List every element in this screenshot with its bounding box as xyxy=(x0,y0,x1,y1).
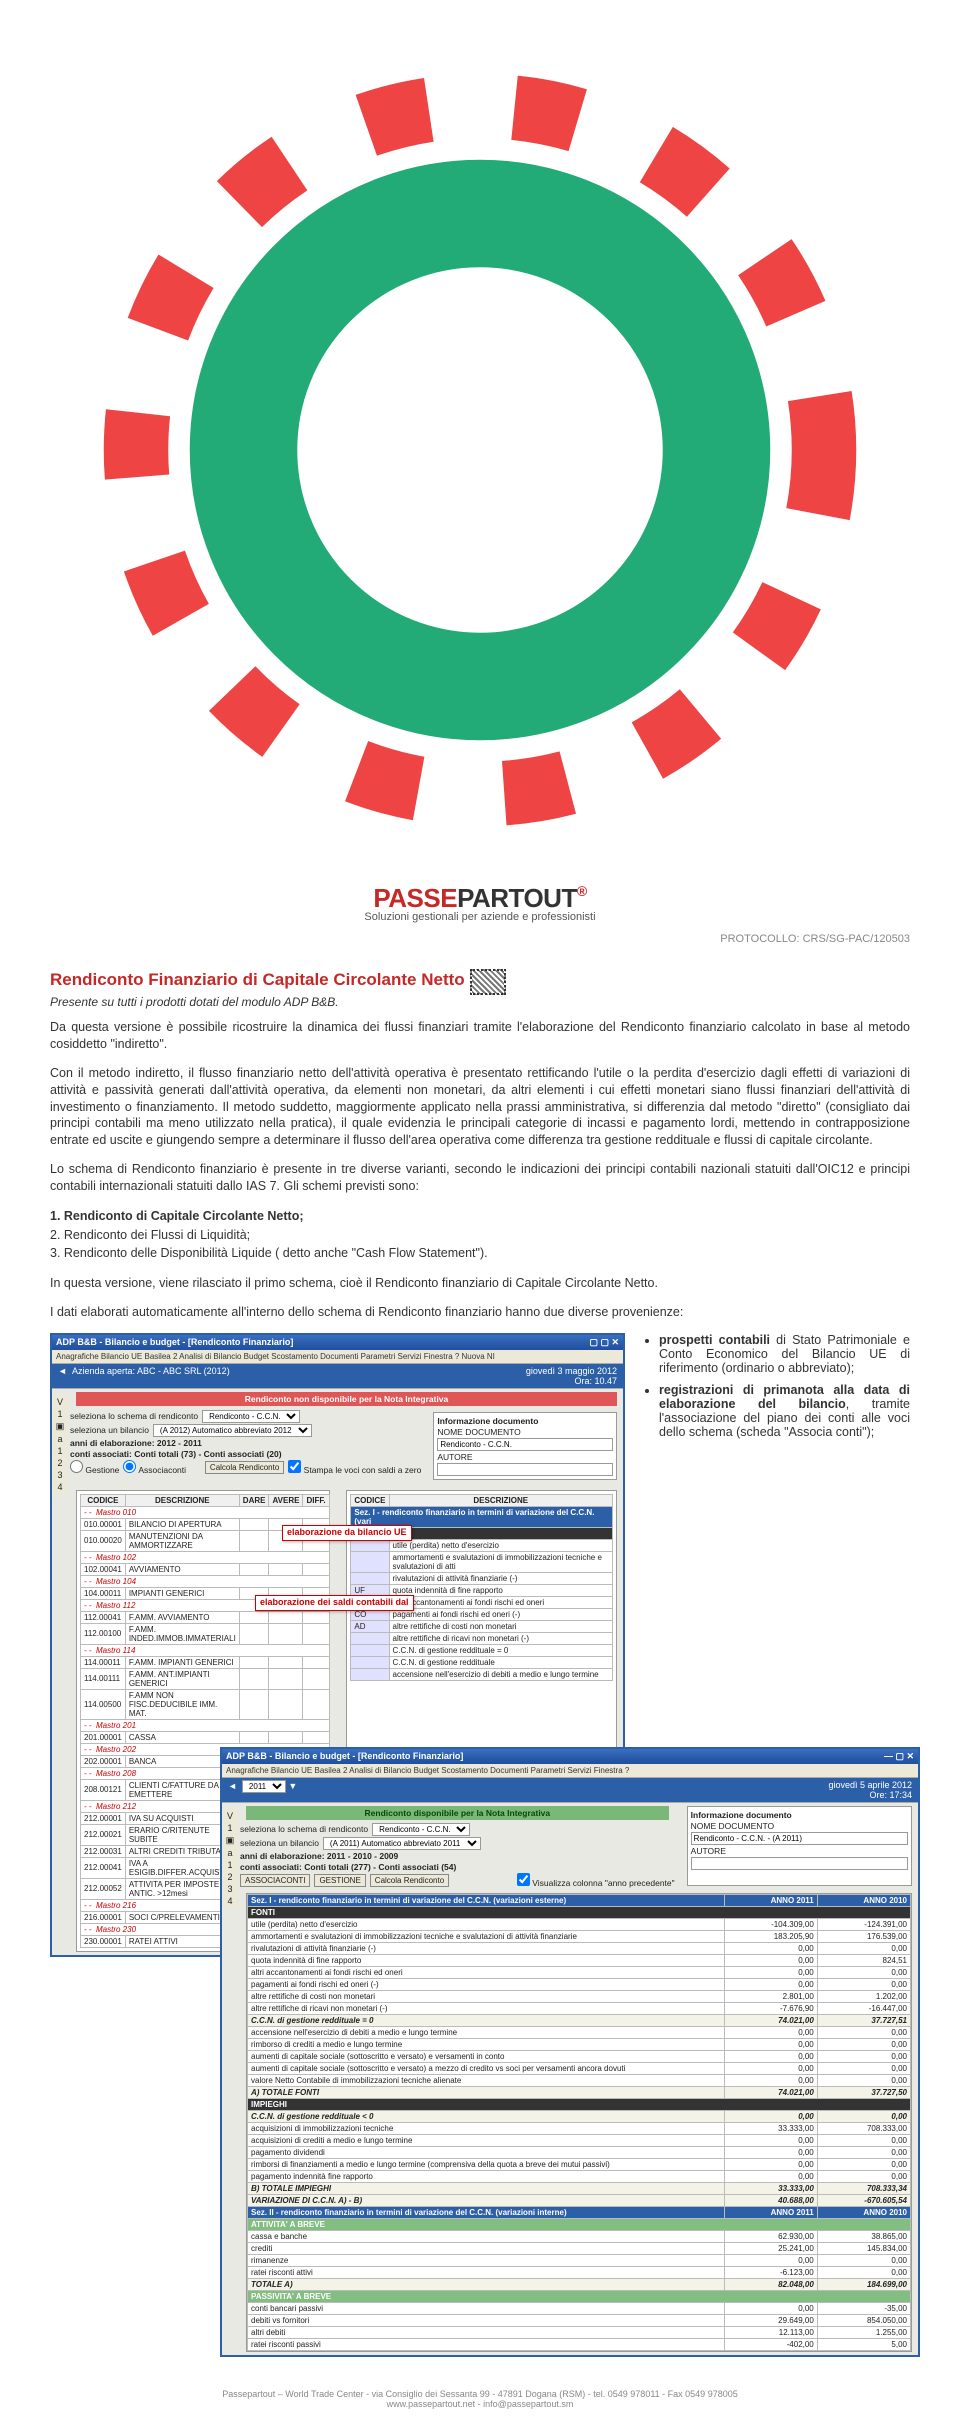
left-toolbar-2[interactable]: V1▣a1234 xyxy=(222,1809,238,1908)
time-label: Ora: 10.47 xyxy=(574,1376,617,1386)
camera-icon xyxy=(470,969,506,995)
label-bilancio-2: seleziona un bilancio xyxy=(240,1838,319,1848)
doc-nome-input-2[interactable] xyxy=(691,1832,908,1845)
label-conti-2: conti associati: Conti totali (277) - Co… xyxy=(240,1862,456,1872)
protocol-line: PROTOCOLLO: CRS/SG-PAC/120503 xyxy=(50,933,910,945)
doc-autore-input[interactable] xyxy=(437,1463,613,1476)
label-conti: conti associati: Conti totali (73) - Con… xyxy=(70,1449,282,1459)
logo-text-b: PARTOUT xyxy=(457,883,577,914)
app-titlebar-1: ADP B&B - Bilancio e budget - [Rendicont… xyxy=(52,1335,623,1350)
col-codice: CODICE xyxy=(351,1494,389,1506)
body-paragraph-4: In questa versione, viene rilasciato il … xyxy=(50,1275,910,1292)
chk-stampa-zero[interactable]: Stampa le voci con saldi a zero xyxy=(288,1460,421,1475)
year-select[interactable]: 2011 xyxy=(242,1780,286,1793)
list-item-2: 2. Rendiconto dei Flussi di Liquidità; xyxy=(50,1226,910,1245)
doc-autore-label-2: AUTORE xyxy=(691,1846,726,1856)
callout-saldi-contabili: elaborazione dei saldi contabili dal xyxy=(255,1595,414,1611)
app-titlebar-2: ADP B&B - Bilancio e budget - [Rendicont… xyxy=(222,1749,918,1764)
label-anni: anni di elaborazione: 2012 - 2011 xyxy=(70,1438,202,1448)
azienda-label: Azienda aperta: ABC - ABC SRL (2012) xyxy=(72,1366,230,1376)
logo-tagline: Soluzioni gestionali per aziende e profe… xyxy=(50,911,910,923)
window-controls-icon[interactable]: — ▢ ✕ xyxy=(884,1751,914,1762)
doc-info-title: Informazione documento xyxy=(437,1416,538,1426)
doc-info-title-2: Informazione documento xyxy=(691,1810,792,1820)
app-menubar-2[interactable]: Anagrafiche Bilancio UE Basilea 2 Analis… xyxy=(222,1764,918,1778)
callout-bilancio-ue: elaborazione da bilancio UE xyxy=(282,1525,412,1541)
logo-icon xyxy=(50,868,910,883)
page-title: Rendiconto Finanziario di Capitale Circo… xyxy=(50,970,465,990)
app-menubar-1[interactable]: Anagrafiche Bilancio UE Basilea 2 Analis… xyxy=(52,1350,623,1364)
list-item-1: 1. Rendiconto di Capitale Circolante Net… xyxy=(50,1207,910,1226)
body-paragraph-2: Con il metodo indiretto, il flusso finan… xyxy=(50,1065,910,1149)
page-footer: Passepartout – World Trade Center - via … xyxy=(0,2389,960,2409)
bilancio-select[interactable]: (A 2012) Automatico abbreviato 2012 xyxy=(153,1424,312,1437)
bullet-prospetti: prospetti contabili di Stato Patrimonial… xyxy=(659,1333,910,1375)
chk-gestione[interactable]: Gestione xyxy=(70,1460,119,1475)
label-schema: seleziona lo schema di rendiconto xyxy=(70,1411,198,1421)
chk-associaconti[interactable]: Associaconti xyxy=(123,1460,186,1475)
col-descrizione: DESCRIZIONE xyxy=(389,1494,613,1506)
bullet-registrazioni: registrazioni di primanota alla data di … xyxy=(659,1383,910,1439)
doc-nome-label: NOME DOCUMENTO xyxy=(437,1427,520,1437)
left-toolbar[interactable]: V1▣a1234 xyxy=(52,1395,68,1494)
date-label: giovedì 3 maggio 2012 xyxy=(526,1366,617,1376)
header-logo: PASSEPARTOUT® Soluzioni gestionali per a… xyxy=(50,20,910,923)
body-paragraph-3: Lo schema di Rendiconto finanziario è pr… xyxy=(50,1161,910,1195)
info-bar-2: ◄ 2011 ▼ giovedì 5 aprile 2012Ore: 17:34 xyxy=(222,1778,918,1803)
doc-nome-label-2: NOME DOCUMENTO xyxy=(691,1821,774,1831)
rendiconto-data-grid[interactable]: Sez. I - rendiconto finanziario in termi… xyxy=(246,1893,912,2352)
doc-nome-input[interactable] xyxy=(437,1438,613,1451)
doc-autore-label: AUTORE xyxy=(437,1452,472,1462)
titlebar-text: ADP B&B - Bilancio e budget - [Rendicont… xyxy=(56,1337,293,1348)
schema-select[interactable]: Rendiconto - C.C.N. xyxy=(202,1410,300,1423)
info-bar-1: ◄ Azienda aperta: ABC - ABC SRL (2012) g… xyxy=(52,1364,623,1389)
associaconti-button[interactable]: ASSOCIACONTI xyxy=(240,1874,310,1887)
chk-anno-precedente[interactable]: Visualizza colonna "anno precedente" xyxy=(517,1873,675,1888)
screenshot-2: ADP B&B - Bilancio e budget - [Rendicont… xyxy=(220,1747,920,2357)
toggle-icon[interactable]: ◄ xyxy=(58,1366,67,1376)
calcola-button[interactable]: Calcola Rendiconto xyxy=(205,1461,284,1474)
logo-text-a: PASSE xyxy=(373,883,457,914)
reg-icon: ® xyxy=(577,883,587,899)
date-label-2: giovedì 5 aprile 2012 xyxy=(828,1780,912,1790)
doc-autore-input-2[interactable] xyxy=(691,1857,908,1870)
page-subtitle: Presente su tutti i prodotti dotati del … xyxy=(50,995,910,1009)
body-paragraph-5: I dati elaborati automaticamente all'int… xyxy=(50,1304,910,1321)
body-paragraph-1: Da questa versione è possibile ricostrui… xyxy=(50,1019,910,1053)
calcola-button-2[interactable]: Calcola Rendiconto xyxy=(370,1874,449,1887)
schema-select-2[interactable]: Rendiconto - C.C.N. xyxy=(372,1823,470,1836)
time-label-2: Ore: 17:34 xyxy=(869,1790,912,1800)
list-item-3: 3. Rendiconto delle Disponibilità Liquid… xyxy=(50,1244,910,1263)
bilancio-select-2[interactable]: (A 2011) Automatico abbreviato 2011 xyxy=(323,1837,481,1850)
label-schema-2: seleziona lo schema di rendiconto xyxy=(240,1824,368,1834)
label-anni-2: anni di elaborazione: 2011 - 2010 - 2009 xyxy=(240,1851,398,1861)
gestione-button[interactable]: GESTIONE xyxy=(314,1874,365,1887)
window-controls-icon[interactable]: ▢ ▢ ✕ xyxy=(589,1337,619,1348)
status-banner-unavailable: Rendiconto non disponibile per la Nota I… xyxy=(76,1392,617,1406)
status-banner-available: Rendiconto disponibile per la Nota Integ… xyxy=(246,1806,669,1820)
label-bilancio: seleziona un bilancio xyxy=(70,1425,149,1435)
